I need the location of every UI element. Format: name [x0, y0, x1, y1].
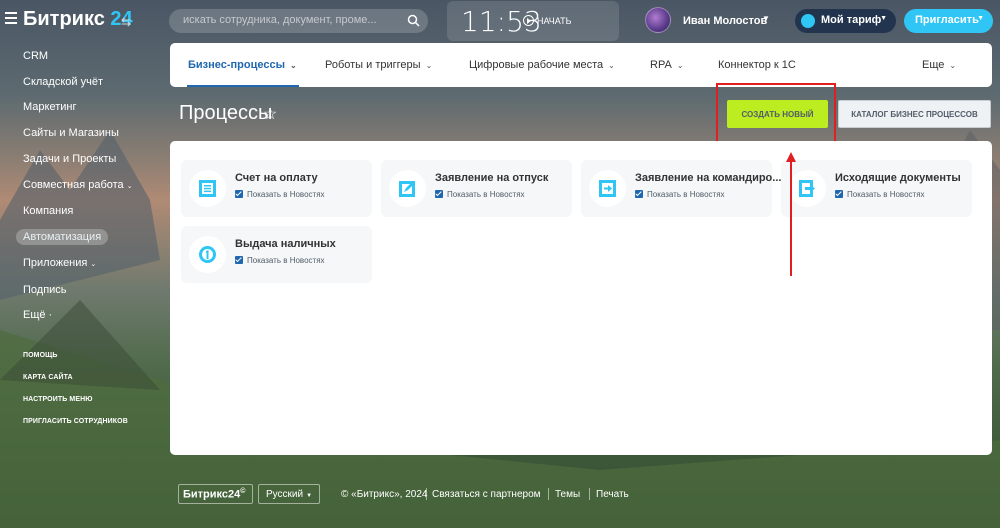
- avatar[interactable]: [645, 7, 671, 33]
- process-name: Заявление на отпуск: [435, 172, 549, 184]
- checkbox-checked-icon: [635, 190, 643, 198]
- tab-business-processes[interactable]: Бизнес-процессы ⌄: [188, 59, 297, 71]
- processes-panel: Счет на оплату Показать в Новостях Заявл…: [170, 141, 992, 455]
- checkbox-checked-icon: [835, 190, 843, 198]
- user-name[interactable]: Иван Молостов: [683, 15, 767, 27]
- trip-icon: [589, 170, 626, 207]
- sidebar-item-signature[interactable]: Подпись: [23, 284, 67, 296]
- sidebar-item-marketing[interactable]: Маркетинг: [23, 101, 76, 113]
- tab-digital-workplaces[interactable]: Цифровые рабочие места ⌄: [469, 59, 615, 71]
- checkbox-checked-icon: [435, 190, 443, 198]
- footer-themes-link[interactable]: Темы: [555, 489, 580, 500]
- tab-rpa[interactable]: RPA ⌄: [650, 59, 684, 71]
- create-new-button[interactable]: СОЗДАТЬ НОВЫЙ: [727, 100, 828, 128]
- footer-copyright: © «Битрикс», 2024: [341, 489, 428, 500]
- chevron-down-icon: ⌄: [608, 61, 615, 70]
- page-title: Процессы: [179, 102, 273, 124]
- sidebar-item-apps[interactable]: Приложения ⌄: [23, 257, 96, 269]
- sidebar-item-automation[interactable]: Автоматизация: [16, 229, 109, 245]
- tab-more[interactable]: Еще ⌄: [922, 59, 956, 71]
- process-card[interactable]: Заявление на командиро... Показать в Нов…: [581, 160, 781, 217]
- logo[interactable]: Битрикс 24: [23, 8, 133, 31]
- process-card[interactable]: Исходящие документы Показать в Новостях: [781, 160, 972, 217]
- process-card[interactable]: Заявление на отпуск Показать в Новостях: [381, 160, 572, 217]
- active-tab-underline: [187, 85, 299, 87]
- process-name: Выдача наличных: [235, 238, 336, 250]
- vacation-icon: [389, 170, 426, 207]
- top-bar: Битрикс 24 ⇆ искать сотрудника, документ…: [0, 0, 1000, 42]
- show-in-news-checkbox[interactable]: Показать в Новостях: [435, 190, 525, 199]
- process-name: Исходящие документы: [835, 172, 961, 184]
- footer-partner-link[interactable]: Связаться с партнером: [432, 489, 541, 500]
- invoice-icon: [189, 170, 226, 207]
- chevron-down-icon: ⌄: [126, 183, 133, 190]
- tab-1c-connector[interactable]: Коннектор к 1С: [718, 59, 796, 71]
- sidebar-item-inventory[interactable]: Складской учёт: [23, 76, 103, 88]
- tabs-bar: Бизнес-процессы ⌄ Роботы и триггеры ⌄ Цифр…: [170, 43, 992, 87]
- cash-icon: [189, 236, 226, 273]
- swap-icon[interactable]: ⇆: [121, 15, 131, 29]
- show-in-news-checkbox[interactable]: Показать в Новостях: [235, 190, 325, 199]
- checkbox-checked-icon: [235, 256, 243, 264]
- search-icon[interactable]: [407, 14, 420, 27]
- annotation-arrow: [786, 152, 796, 276]
- footer-logo[interactable]: Битрикс24©: [178, 484, 253, 504]
- sidebar-item-more[interactable]: Ещё ·: [23, 309, 52, 321]
- chevron-down-icon[interactable]: ▼: [762, 14, 770, 23]
- star-icon[interactable]: ☆: [263, 104, 277, 124]
- chevron-down-icon: ⌄: [90, 261, 97, 268]
- language-selector[interactable]: Русский ▼: [258, 484, 320, 504]
- chevron-down-icon: ⌄: [949, 61, 957, 70]
- process-name: Счет на оплату: [235, 172, 318, 184]
- invite-button[interactable]: Пригласить ▼: [904, 9, 993, 33]
- chevron-down-icon: ▼: [880, 15, 887, 22]
- chevron-down-icon: ▼: [977, 15, 984, 22]
- footer-separator: [548, 488, 549, 500]
- footer-separator: [426, 488, 427, 500]
- sidebar-item-tasks[interactable]: Задачи и Проекты: [23, 153, 116, 165]
- chevron-down-icon: ⌄: [676, 61, 684, 70]
- process-card[interactable]: Выдача наличных Показать в Новостях: [181, 226, 372, 283]
- menu-icon[interactable]: [5, 12, 17, 24]
- sidebar-item-collaboration[interactable]: Совместная работа ⌄: [23, 179, 133, 191]
- catalog-button[interactable]: КАТАЛОГ БИЗНЕС ПРОЦЕССОВ: [838, 100, 991, 128]
- chevron-down-icon: ⌄: [289, 61, 297, 70]
- footer-separator: [589, 488, 590, 500]
- tab-robots-triggers[interactable]: Роботы и триггеры ⌄: [325, 59, 432, 71]
- tariff-icon: [801, 14, 815, 28]
- chevron-down-icon: ⌄: [425, 61, 433, 70]
- sidebar-link-sitemap[interactable]: КАРТА САЙТА: [23, 374, 73, 381]
- show-in-news-checkbox[interactable]: Показать в Новостях: [235, 256, 325, 265]
- show-in-news-checkbox[interactable]: Показать в Новостях: [635, 190, 725, 199]
- play-icon: [523, 15, 534, 26]
- sidebar-item-company[interactable]: Компания: [23, 205, 73, 217]
- worktime-widget[interactable]: 11:53 НАЧАТЬ: [447, 1, 619, 41]
- show-in-news-checkbox[interactable]: Показать в Новостях: [835, 190, 925, 199]
- sidebar-link-invite[interactable]: ПРИГЛАСИТЬ СОТРУДНИКОВ: [23, 418, 128, 425]
- sidebar-link-help[interactable]: ПОМОЩЬ: [23, 352, 58, 359]
- chevron-down-icon: ▼: [306, 493, 313, 499]
- checkbox-checked-icon: [235, 190, 243, 198]
- sidebar-link-configure-menu[interactable]: НАСТРОИТЬ МЕНЮ: [23, 396, 93, 403]
- sidebar-item-sites[interactable]: Сайты и Магазины: [23, 127, 119, 139]
- search-input[interactable]: искать сотрудника, документ, проме...: [169, 9, 428, 33]
- process-card[interactable]: Счет на оплату Показать в Новостях: [181, 160, 372, 217]
- sidebar-item-crm[interactable]: CRM: [23, 50, 48, 62]
- tariff-button[interactable]: Мой тариф ▼: [795, 9, 896, 33]
- footer-print-link[interactable]: Печать: [596, 489, 629, 500]
- search-placeholder: искать сотрудника, документ, проме...: [183, 14, 377, 26]
- process-name: Заявление на командиро...: [635, 172, 782, 184]
- start-workday-button[interactable]: НАЧАТЬ: [523, 15, 572, 26]
